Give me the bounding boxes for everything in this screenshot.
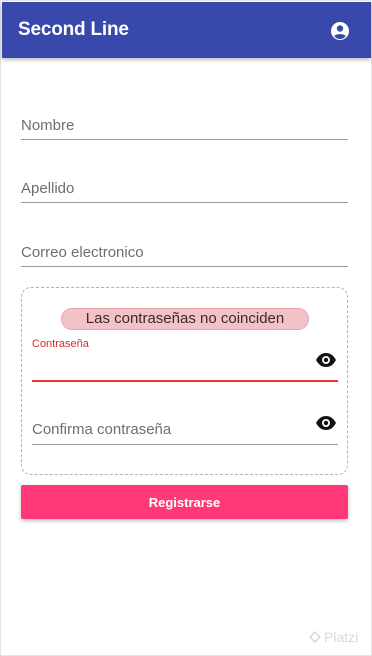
eye-icon[interactable] xyxy=(315,415,337,431)
email-label: Correo electronico xyxy=(21,244,144,261)
nombre-label: Nombre xyxy=(21,117,75,134)
password-mismatch-error: Las contraseñas no coinciden xyxy=(61,308,309,330)
password-group: Las contraseñas no coinciden Contraseña … xyxy=(21,287,348,475)
register-button[interactable]: Registrarse xyxy=(21,485,348,519)
email-underline xyxy=(21,266,348,267)
platzi-logo-icon xyxy=(309,631,321,643)
password-underline-error xyxy=(32,380,338,382)
nombre-underline xyxy=(21,139,348,140)
app-frame: Second Line Nombre Apellido Correo elect… xyxy=(0,0,372,656)
watermark-text: Platzi xyxy=(324,629,359,645)
confirm-password-field[interactable]: Confirma contraseña xyxy=(32,408,338,446)
password-label: Contraseña xyxy=(32,338,89,350)
nombre-field[interactable]: Nombre xyxy=(21,100,348,140)
app-bar: Second Line xyxy=(2,2,371,58)
app-title: Second Line xyxy=(18,19,129,40)
eye-icon[interactable] xyxy=(315,352,337,368)
apellido-field[interactable]: Apellido xyxy=(21,163,348,203)
password-field[interactable]: Contraseña xyxy=(32,338,338,382)
platzi-watermark: Platzi xyxy=(309,629,358,645)
apellido-underline xyxy=(21,202,348,203)
account-circle-icon[interactable] xyxy=(330,21,350,41)
confirm-password-underline xyxy=(32,444,338,445)
apellido-label: Apellido xyxy=(21,180,75,197)
email-field[interactable]: Correo electronico xyxy=(21,227,348,267)
confirm-password-label: Confirma contraseña xyxy=(32,421,172,438)
